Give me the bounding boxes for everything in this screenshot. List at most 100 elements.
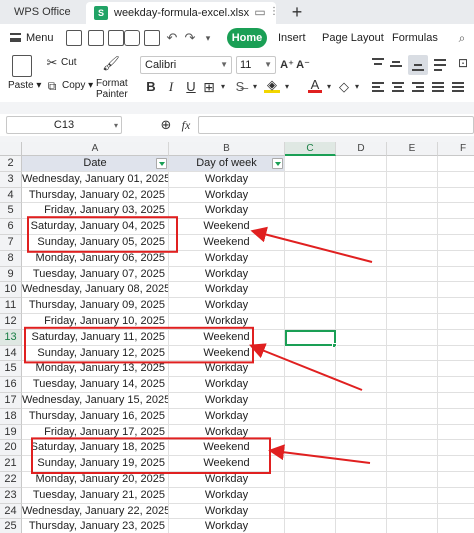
grid-cell[interactable]	[387, 361, 438, 378]
borders-icon[interactable]: ⊞	[202, 79, 216, 95]
grid-cell[interactable]	[285, 266, 336, 283]
chevron-down-icon[interactable]: ▾	[218, 79, 228, 95]
grid-cell[interactable]	[336, 393, 387, 409]
menu-button[interactable]: Menu	[8, 28, 54, 48]
grid-cell[interactable]	[438, 188, 474, 204]
row-header[interactable]: 8	[0, 250, 22, 267]
grid-cell[interactable]	[438, 314, 474, 330]
grid-cell[interactable]	[387, 298, 438, 314]
print-preview-icon[interactable]	[144, 30, 160, 46]
date-cell[interactable]: Sunday, January 12, 2025	[22, 345, 169, 362]
row-header[interactable]: 10	[0, 282, 22, 299]
grid-cell[interactable]	[438, 440, 474, 457]
date-cell[interactable]: Friday, January 10, 2025	[22, 314, 169, 330]
grid-cell[interactable]	[285, 187, 336, 204]
grid-cell[interactable]	[285, 345, 336, 362]
grid-cell[interactable]	[336, 377, 387, 393]
day-type-cell[interactable]: Weekend	[169, 345, 285, 362]
date-cell[interactable]: Sunday, January 19, 2025	[22, 456, 169, 472]
grid-cell[interactable]	[336, 487, 387, 504]
decrease-font-icon[interactable]: A⁻	[296, 57, 310, 73]
grid-cell[interactable]	[285, 393, 336, 409]
grid-cell[interactable]	[336, 314, 387, 330]
grid-cell[interactable]	[336, 171, 387, 188]
grid-cell[interactable]	[285, 377, 336, 393]
grid-cell[interactable]	[336, 250, 387, 267]
day-type-cell[interactable]: Workday	[169, 361, 285, 378]
grid-cell[interactable]	[387, 519, 438, 533]
grid-cell[interactable]	[387, 393, 438, 409]
grid-cell[interactable]	[336, 424, 387, 441]
date-cell[interactable]: Saturday, January 11, 2025	[22, 329, 169, 346]
day-type-cell[interactable]: Weekend	[169, 440, 285, 457]
font-size-select[interactable]: 11 ▼	[236, 56, 276, 74]
grid-cell[interactable]	[285, 472, 336, 488]
grid-cell[interactable]	[336, 156, 387, 172]
grid-cell[interactable]	[285, 361, 336, 378]
increase-font-icon[interactable]: A⁺	[280, 57, 294, 73]
active-cell-cursor[interactable]	[285, 329, 336, 346]
distributed-icon[interactable]	[452, 81, 466, 95]
row-header[interactable]: 23	[0, 487, 22, 504]
grid-cell[interactable]	[285, 156, 336, 172]
select-all-corner[interactable]	[0, 142, 22, 156]
date-cell[interactable]: Thursday, January 23, 2025	[22, 519, 169, 533]
chevron-down-icon[interactable]: ▾	[282, 79, 292, 95]
grid-cell[interactable]	[387, 408, 438, 425]
grid-cell[interactable]	[438, 346, 474, 362]
grid-cell[interactable]	[438, 172, 474, 188]
date-cell[interactable]: Thursday, January 09, 2025	[22, 298, 169, 314]
grid-cell[interactable]	[387, 456, 438, 472]
row-header[interactable]: 20	[0, 440, 22, 457]
grid-cell[interactable]	[387, 472, 438, 488]
day-type-cell[interactable]: Workday	[169, 408, 285, 425]
date-cell[interactable]: Monday, January 06, 2025	[22, 250, 169, 267]
date-cell[interactable]: Friday, January 03, 2025	[22, 203, 169, 220]
day-type-cell[interactable]: Workday	[169, 250, 285, 267]
row-header[interactable]: 18	[0, 408, 22, 425]
wps-office-tab[interactable]: WPS Office	[0, 0, 84, 24]
row-header[interactable]: 2	[0, 156, 22, 172]
row-header[interactable]: 14	[0, 345, 22, 362]
grid-cell[interactable]	[387, 345, 438, 362]
undo-icon[interactable]: ↶	[164, 29, 180, 47]
day-type-cell[interactable]: Weekend	[169, 456, 285, 472]
chevron-down-icon[interactable]: ▾	[250, 79, 260, 95]
grid-cell[interactable]	[336, 203, 387, 220]
grid-cell[interactable]	[438, 504, 474, 520]
date-cell[interactable]: Thursday, January 02, 2025	[22, 187, 169, 204]
grid-cell[interactable]	[285, 298, 336, 314]
grid-cell[interactable]	[387, 282, 438, 299]
date-cell[interactable]: Wednesday, January 22, 2025	[22, 503, 169, 520]
day-type-cell[interactable]: Workday	[169, 487, 285, 504]
grid-cell[interactable]	[285, 203, 336, 220]
grid-cell[interactable]	[438, 267, 474, 283]
chevron-down-icon[interactable]: ▾	[352, 79, 362, 95]
grid-cell[interactable]	[438, 251, 474, 267]
grid-cell[interactable]	[285, 235, 336, 251]
day-type-cell[interactable]: Workday	[169, 503, 285, 520]
grid-cell[interactable]	[336, 503, 387, 520]
align-middle-icon[interactable]	[390, 58, 404, 72]
underline-icon[interactable]: U	[184, 79, 198, 95]
justify-icon[interactable]	[432, 81, 446, 95]
filter-dropdown-icon[interactable]	[156, 158, 167, 169]
grid-cell[interactable]	[387, 314, 438, 330]
row-header[interactable]: 19	[0, 424, 22, 441]
day-type-cell[interactable]: Weekend	[169, 219, 285, 235]
day-type-cell[interactable]: Workday	[169, 424, 285, 441]
row-header[interactable]: 25	[0, 519, 22, 533]
grid-cell[interactable]	[387, 250, 438, 267]
name-box[interactable]: C13 ▾	[6, 116, 122, 134]
grid-cell[interactable]	[387, 503, 438, 520]
header-cell-date[interactable]: Date	[22, 156, 169, 172]
bold-icon[interactable]: B	[144, 79, 158, 95]
row-header[interactable]: 7	[0, 235, 22, 251]
row-header[interactable]: 22	[0, 472, 22, 488]
grid-cell[interactable]	[336, 219, 387, 235]
grid-cell[interactable]	[387, 266, 438, 283]
date-cell[interactable]: Wednesday, January 01, 2025	[22, 171, 169, 188]
day-type-cell[interactable]: Workday	[169, 203, 285, 220]
paste-icon[interactable]	[12, 55, 32, 77]
column-header-e[interactable]: E	[387, 142, 438, 156]
